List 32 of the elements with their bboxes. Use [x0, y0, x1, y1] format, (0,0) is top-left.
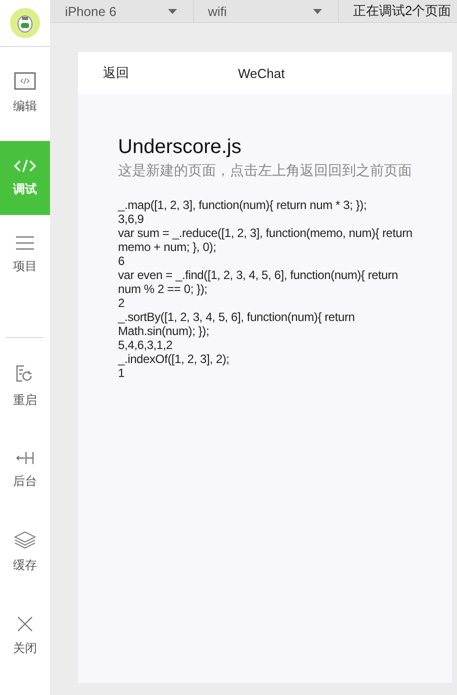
layers-icon — [14, 530, 36, 548]
dropdown[interactable]: wifi — [194, 0, 339, 22]
close-icon — [17, 616, 33, 632]
code-line: _.sortBy([1, 2, 3, 4, 5, 6], function(num){ return Math.sin(num); }); — [118, 310, 356, 338]
sidebar-item[interactable]: 项目 — [0, 227, 50, 283]
nav-title: WeChat — [238, 66, 285, 80]
code-icon — [14, 158, 36, 172]
dropdown[interactable]: 正在调试2个页面 — [339, 0, 457, 22]
menu-icon — [15, 236, 35, 250]
code-line: _.indexOf([1, 2, 3], 2); — [118, 352, 230, 366]
sidebar-item[interactable]: 缓存 — [0, 524, 50, 580]
code-line: 6 — [118, 254, 126, 268]
page-heading: Underscore.js — [118, 135, 242, 160]
arrow-bar-icon — [15, 450, 35, 464]
code-line: 3,6,9 — [118, 212, 145, 226]
caret-icon — [313, 8, 322, 14]
editor-icon — [14, 72, 36, 90]
sidebar-item[interactable]: 关闭 — [0, 608, 50, 664]
sidebar-item[interactable]: 编辑 — [0, 65, 50, 121]
dropdown[interactable]: iPhone 6 — [50, 0, 194, 22]
sidebar-item[interactable]: 重启 — [0, 358, 50, 414]
code-line: 2 — [118, 296, 126, 310]
caret-icon — [168, 8, 177, 14]
code-line: 1 — [118, 366, 126, 380]
code-line: var sum = _.reduce([1, 2, 3], function(memo, num){ return memo + num; }, 0); — [118, 226, 414, 254]
code-line: 5,4,6,3,1,2 — [118, 338, 174, 352]
code-line: var even = _.find([1, 2, 3, 4, 5, 6], function(num){ return num % 2 == 0; }); — [118, 268, 400, 296]
back-link[interactable]: 返回 — [103, 64, 129, 82]
code-line: _.map([1, 2, 3], function(num){ return num * 3; }); — [118, 198, 368, 212]
logo-icon — [10, 8, 40, 38]
page-subtitle: 这是新建的页面，点击左上角返回回到之前页面 — [118, 161, 413, 180]
sidebar-item[interactable]: 后台 — [0, 442, 50, 498]
